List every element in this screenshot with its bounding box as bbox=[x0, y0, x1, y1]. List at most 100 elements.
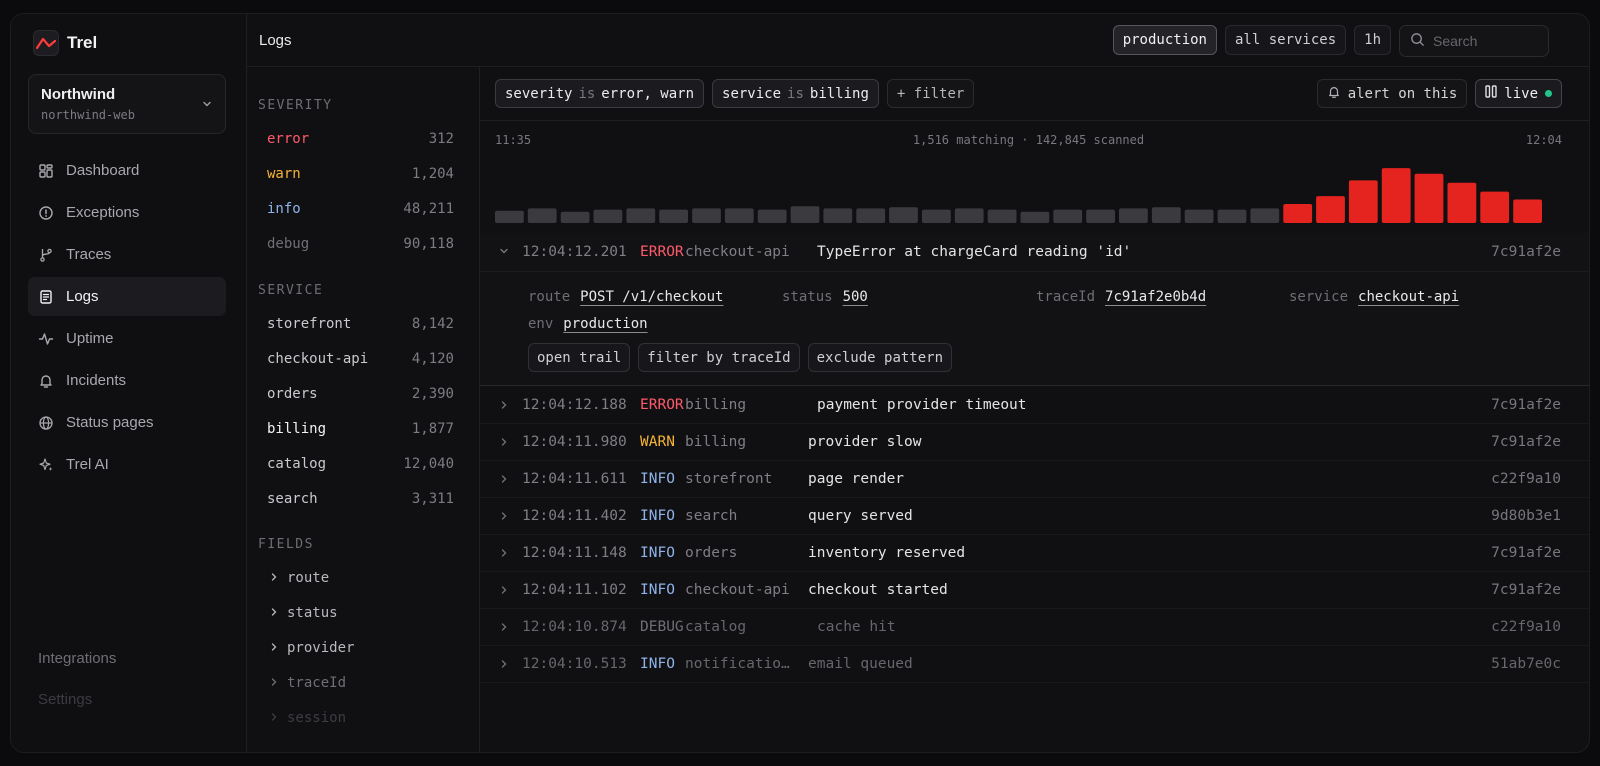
field-traceid: traceId 7c91af2e0b4d bbox=[1036, 289, 1206, 305]
expanded-log-header[interactable]: 12:04:12.201 ERROR checkout-api TypeErro… bbox=[480, 233, 1589, 272]
log-volume-histogram[interactable] bbox=[495, 167, 1542, 223]
open-trail-button[interactable]: open trail bbox=[528, 343, 631, 372]
histogram-bar[interactable] bbox=[1184, 209, 1214, 223]
nav-integrations[interactable]: Integrations bbox=[38, 650, 116, 691]
histogram-bar[interactable] bbox=[889, 207, 918, 223]
histogram-bar[interactable] bbox=[1480, 191, 1510, 223]
histogram-bar[interactable] bbox=[856, 208, 886, 223]
log-row[interactable]: 12:04:11.102 INFO checkout-api checkout … bbox=[480, 572, 1589, 609]
facet-service-search[interactable]: search 3,311 bbox=[267, 491, 454, 511]
histogram-bar[interactable] bbox=[1119, 208, 1148, 223]
field-item-provider[interactable]: provider bbox=[269, 640, 354, 656]
field-value[interactable]: POST /v1/checkout bbox=[580, 289, 723, 305]
histogram-bar[interactable] bbox=[987, 209, 1017, 223]
exclude-pattern-button[interactable]: exclude pattern bbox=[807, 343, 953, 372]
log-row[interactable]: 12:04:10.874 DEBUG catalog cache hit c22… bbox=[480, 609, 1589, 646]
facet-service-billing[interactable]: billing 1,877 bbox=[267, 421, 454, 441]
histogram-bar[interactable] bbox=[790, 206, 820, 223]
log-trace-id[interactable]: 51ab7e0c bbox=[1491, 656, 1561, 672]
histogram-bar[interactable] bbox=[1020, 211, 1050, 223]
field-value[interactable]: 500 bbox=[843, 289, 868, 305]
field-item-traceid[interactable]: traceId bbox=[269, 675, 346, 691]
histogram-bar[interactable] bbox=[1316, 196, 1345, 223]
log-row[interactable]: 12:04:11.611 INFO storefront page render… bbox=[480, 461, 1589, 498]
filter-by-traceid-button[interactable]: filter by traceId bbox=[638, 343, 800, 372]
histogram-bar[interactable] bbox=[757, 209, 787, 223]
field-item-status[interactable]: status bbox=[269, 605, 338, 621]
log-trace-id[interactable]: 9d80b3e1 bbox=[1491, 508, 1561, 524]
facet-label: error bbox=[267, 131, 310, 147]
facet-panel: SEVERITY SERVICE FIELDS error 312 warn 1,… bbox=[247, 67, 480, 752]
histogram-bar[interactable] bbox=[1086, 209, 1115, 223]
sidebar-item-dashboard[interactable]: Dashboard bbox=[28, 151, 226, 190]
sidebar-item-exceptions[interactable]: Exceptions bbox=[28, 193, 226, 232]
field-item-session[interactable]: session bbox=[269, 710, 346, 726]
histogram-bar[interactable] bbox=[1283, 204, 1313, 223]
time-range-selector[interactable]: 1h bbox=[1354, 25, 1391, 55]
facet-service-storefront[interactable]: storefront 8,142 bbox=[267, 316, 454, 336]
log-trace-id[interactable]: c22f9a10 bbox=[1491, 471, 1561, 487]
sidebar-item-trel-ai[interactable]: Trel AI bbox=[28, 445, 226, 484]
field-value[interactable]: 7c91af2e0b4d bbox=[1105, 289, 1206, 305]
histogram-bar[interactable] bbox=[692, 208, 721, 223]
log-level: INFO bbox=[640, 545, 675, 561]
nav-settings[interactable]: Settings bbox=[38, 691, 116, 732]
histogram-bar[interactable] bbox=[560, 211, 590, 223]
facet-service-catalog[interactable]: catalog 12,040 bbox=[267, 456, 454, 476]
log-trace-id[interactable]: 7c91af2e bbox=[1491, 582, 1561, 598]
histogram-bar[interactable] bbox=[922, 209, 951, 223]
alert-on-this-button[interactable]: alert on this bbox=[1316, 79, 1468, 108]
histogram-bar[interactable] bbox=[659, 209, 688, 223]
live-toggle[interactable]: live bbox=[1475, 79, 1562, 108]
histogram-bar[interactable] bbox=[495, 210, 524, 223]
facet-label: catalog bbox=[267, 456, 327, 472]
log-row[interactable]: 12:04:11.980 WARN billing provider slow … bbox=[480, 424, 1589, 461]
log-row[interactable]: 12:04:10.513 INFO notificatio… email que… bbox=[480, 646, 1589, 683]
histogram-bar[interactable] bbox=[1447, 182, 1477, 223]
log-trace-id[interactable]: c22f9a10 bbox=[1491, 619, 1561, 635]
sidebar-item-status-pages[interactable]: Status pages bbox=[28, 403, 226, 442]
field-value[interactable]: checkout-api bbox=[1358, 289, 1459, 305]
histogram-bar[interactable] bbox=[1053, 209, 1083, 223]
field-value[interactable]: production bbox=[563, 316, 647, 332]
org-switcher[interactable]: Northwind northwind-web bbox=[28, 74, 226, 134]
log-trace-id[interactable]: 7c91af2e bbox=[1491, 397, 1561, 413]
histogram-bar[interactable] bbox=[593, 209, 623, 223]
sidebar-item-uptime[interactable]: Uptime bbox=[28, 319, 226, 358]
env-selector[interactable]: production bbox=[1112, 25, 1217, 55]
log-row[interactable]: 12:04:11.402 INFO search query served 9d… bbox=[480, 498, 1589, 535]
facet-severity-debug[interactable]: debug 90,118 bbox=[267, 236, 454, 256]
histogram-bar[interactable] bbox=[724, 208, 754, 223]
histogram-bar[interactable] bbox=[527, 208, 557, 223]
log-trace-id[interactable]: 7c91af2e bbox=[1491, 244, 1561, 260]
histogram-bar[interactable] bbox=[626, 208, 656, 223]
add-filter-button[interactable]: + filter bbox=[886, 79, 975, 108]
filter-chip-severity[interactable]: severity is error, warn bbox=[495, 79, 705, 108]
field-item-route[interactable]: route bbox=[269, 570, 329, 586]
sidebar-item-logs[interactable]: Logs bbox=[28, 277, 226, 316]
histogram-bar[interactable] bbox=[1513, 199, 1542, 224]
histogram-bar[interactable] bbox=[1348, 180, 1378, 223]
facet-service-orders[interactable]: orders 2,390 bbox=[267, 386, 454, 406]
log-trace-id[interactable]: 7c91af2e bbox=[1491, 434, 1561, 450]
histogram-bar[interactable] bbox=[954, 208, 984, 223]
histogram-bar[interactable] bbox=[1414, 173, 1444, 223]
sidebar-item-incidents[interactable]: Incidents bbox=[28, 361, 226, 400]
facet-severity-error[interactable]: error 312 bbox=[267, 131, 454, 151]
log-row[interactable]: 12:04:12.188 ERROR billing payment provi… bbox=[480, 387, 1589, 424]
sidebar-item-traces[interactable]: Traces bbox=[28, 235, 226, 274]
facet-service-checkout-api[interactable]: checkout-api 4,120 bbox=[267, 351, 454, 371]
log-trace-id[interactable]: 7c91af2e bbox=[1491, 545, 1561, 561]
log-row[interactable]: 12:04:11.148 INFO orders inventory reser… bbox=[480, 535, 1589, 572]
histogram-bar[interactable] bbox=[1217, 209, 1247, 223]
histogram-bar[interactable] bbox=[1250, 208, 1280, 223]
histogram-bar[interactable] bbox=[1381, 168, 1411, 223]
brand[interactable]: Trel bbox=[33, 30, 97, 56]
histogram-bar[interactable] bbox=[823, 208, 853, 223]
facet-severity-warn[interactable]: warn 1,204 bbox=[267, 166, 454, 186]
filter-chip-service[interactable]: service is billing bbox=[712, 79, 879, 108]
services-selector[interactable]: all services bbox=[1224, 25, 1347, 55]
facet-severity-info[interactable]: info 48,211 bbox=[267, 201, 454, 221]
search-input[interactable]: Search bbox=[1399, 25, 1549, 57]
histogram-bar[interactable] bbox=[1151, 207, 1181, 223]
